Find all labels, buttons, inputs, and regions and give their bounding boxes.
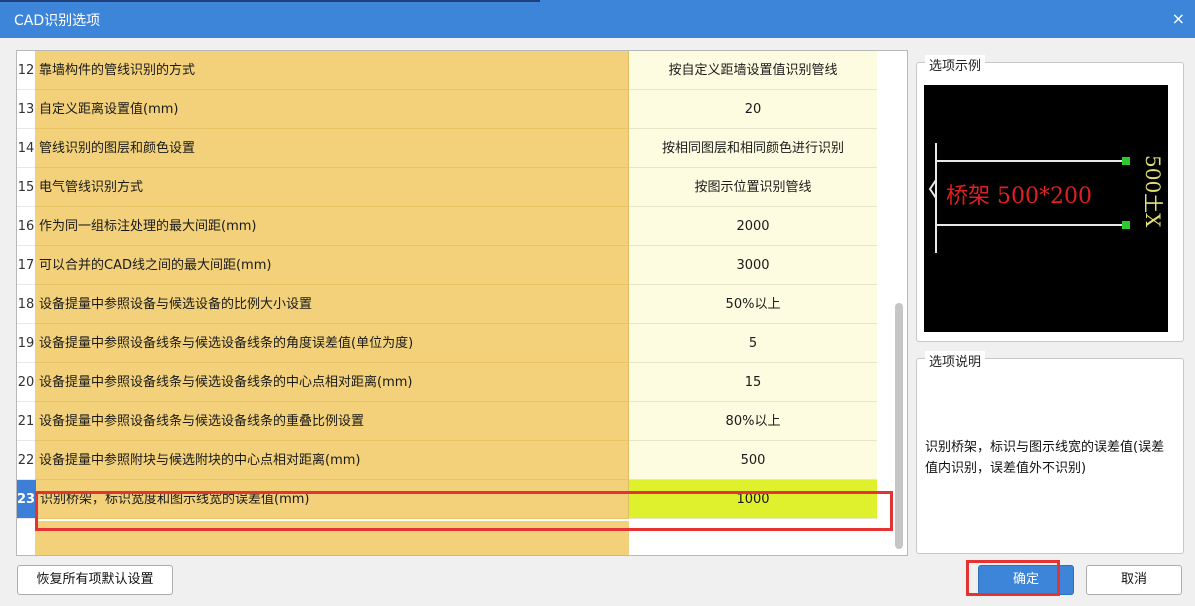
option-label: 设备提量中参照设备线条与候选设备线条的角度误差值(单位为度) [35, 324, 629, 363]
option-label: 设备提量中参照设备线条与候选设备线条的中心点相对距离(mm) [35, 363, 629, 402]
tray-side-label: 500土X [1141, 155, 1165, 228]
cancel-button[interactable]: 取消 [1086, 565, 1182, 595]
row-number: 16 [17, 207, 35, 246]
row-number: 13 [17, 90, 35, 129]
example-group: 选项示例 桥架 500*200 500土X [916, 55, 1184, 342]
description-text: 识别桥架，标识与图示线宽的误差值(误差值内识别，误差值外不识别) [925, 440, 1165, 476]
row-number: 18 [17, 285, 35, 324]
option-value[interactable]: 按图示位置识别管线 [629, 168, 877, 207]
option-row[interactable]: 15 电气管线识别方式 按图示位置识别管线 [17, 168, 877, 207]
row-number: 22 [17, 441, 35, 480]
option-value[interactable]: 15 [629, 363, 877, 402]
row-number: 14 [17, 129, 35, 168]
option-label: 电气管线识别方式 [35, 168, 629, 207]
reset-defaults-button[interactable]: 恢复所有项默认设置 [17, 565, 173, 595]
option-label: 作为同一组标注处理的最大间距(mm) [35, 207, 629, 246]
option-value[interactable]: 20 [629, 90, 877, 129]
option-label: 可以合并的CAD线之间的最大间距(mm) [35, 246, 629, 285]
option-value[interactable]: 按自定义距墙设置值识别管线 [629, 51, 877, 90]
option-value[interactable]: 80%以上 [629, 402, 877, 441]
close-icon[interactable]: × [1172, 9, 1185, 28]
option-value[interactable]: 500 [629, 441, 877, 480]
tray-example-drawing: 桥架 500*200 500土X [928, 143, 1165, 253]
example-group-title: 选项示例 [925, 55, 986, 74]
option-value[interactable]: 50%以上 [629, 285, 877, 324]
grid-scrollbar[interactable] [891, 51, 907, 555]
title-bar: CAD识别选项 × [0, 0, 1195, 38]
row-number: 17 [17, 246, 35, 285]
option-label: 设备提量中参照附块与候选附块的中心点相对距离(mm) [35, 441, 629, 480]
option-row[interactable]: 14 管线识别的图层和颜色设置 按相同图层和相同颜色进行识别 [17, 129, 877, 168]
option-value[interactable]: 5 [629, 324, 877, 363]
option-value[interactable]: 2000 [629, 207, 877, 246]
option-row[interactable]: 13 自定义距离设置值(mm) 20 [17, 90, 877, 129]
option-row[interactable]: 18 设备提量中参照设备与候选设备的比例大小设置 50%以上 [17, 285, 877, 324]
row-number: 21 [17, 402, 35, 441]
title-bar-accent-line [0, 0, 540, 2]
window-title: CAD识别选项 [14, 13, 101, 29]
tray-label: 桥架 500*200 [946, 184, 1092, 209]
row-number: 23 [17, 480, 35, 519]
row-number: 12 [17, 51, 35, 90]
option-row[interactable]: 16 作为同一组标注处理的最大间距(mm) 2000 [17, 207, 877, 246]
ok-button[interactable]: 确定 [978, 565, 1074, 595]
row-number: 20 [17, 363, 35, 402]
option-label: 管线识别的图层和颜色设置 [35, 129, 629, 168]
option-label: 自定义距离设置值(mm) [35, 90, 629, 129]
description-group-title: 选项说明 [925, 351, 986, 370]
option-label: 靠墙构件的管线识别的方式 [35, 51, 629, 90]
dialog-body: 12 靠墙构件的管线识别的方式 按自定义距墙设置值识别管线 13 自定义距离设置值(mm… [0, 38, 1195, 606]
option-row[interactable]: 22 设备提量中参照附块与候选附块的中心点相对距离(mm) 500 [17, 441, 877, 480]
option-label: 识别桥架，标识宽度和图示线宽的误差值(mm) [35, 480, 629, 519]
option-value[interactable]: 1000 [629, 480, 877, 519]
option-row[interactable]: 17 可以合并的CAD线之间的最大间距(mm) 3000 [17, 246, 877, 285]
option-row[interactable]: 23 识别桥架，标识宽度和图示线宽的误差值(mm) 1000 [17, 480, 877, 519]
option-label: 设备提量中参照设备线条与候选设备线条的重叠比例设置 [35, 402, 629, 441]
options-grid: 12 靠墙构件的管线识别的方式 按自定义距墙设置值识别管线 13 自定义距离设置值(mm… [16, 50, 908, 556]
option-row[interactable]: 19 设备提量中参照设备线条与候选设备线条的角度误差值(单位为度) 5 [17, 324, 877, 363]
row-number: 19 [17, 324, 35, 363]
option-row[interactable]: 20 设备提量中参照设备线条与候选设备线条的中心点相对距离(mm) 15 [17, 363, 877, 402]
row-number: 15 [17, 168, 35, 207]
option-label: 设备提量中参照设备与候选设备的比例大小设置 [35, 285, 629, 324]
grid-empty-area [35, 521, 629, 555]
example-preview: 桥架 500*200 500土X [924, 85, 1168, 332]
option-value[interactable]: 按相同图层和相同颜色进行识别 [629, 129, 877, 168]
description-group: 选项说明 识别桥架，标识与图示线宽的误差值(误差值内识别，误差值外不识别) [916, 351, 1184, 554]
option-value[interactable]: 3000 [629, 246, 877, 285]
scrollbar-thumb[interactable] [895, 303, 903, 549]
option-row[interactable]: 21 设备提量中参照设备线条与候选设备线条的重叠比例设置 80%以上 [17, 402, 877, 441]
option-row[interactable]: 12 靠墙构件的管线识别的方式 按自定义距墙设置值识别管线 [17, 51, 877, 90]
